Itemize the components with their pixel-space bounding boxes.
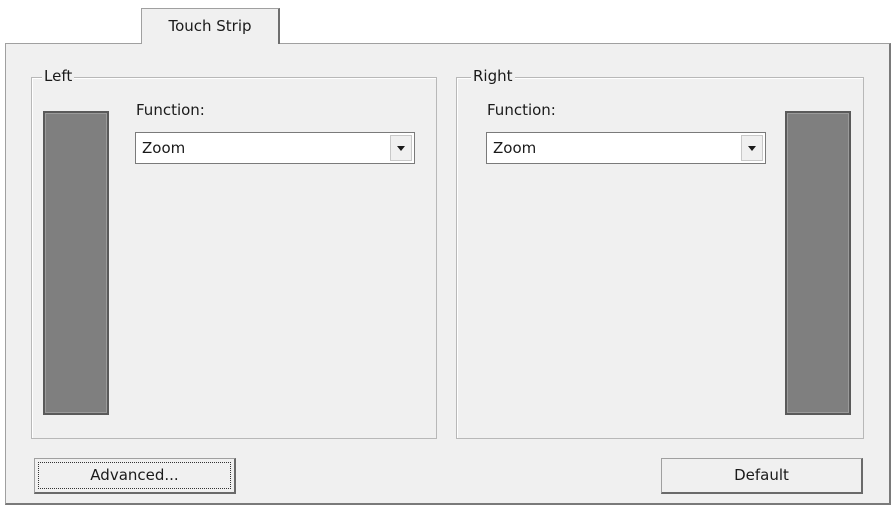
right-dropdown-button[interactable] — [741, 135, 763, 161]
right-group-legend: Right — [471, 67, 515, 85]
left-strip-group: Left Function: Zoom — [31, 67, 437, 439]
left-function-dropdown[interactable]: Zoom — [135, 132, 415, 164]
left-function-label: Function: — [136, 101, 205, 119]
left-function-value: Zoom — [142, 139, 186, 157]
default-button-label: Default — [734, 466, 789, 484]
advanced-button[interactable]: Advanced... — [34, 458, 236, 494]
right-function-value: Zoom — [493, 139, 537, 157]
touch-strip-tab-page: Left Function: Zoom Right Function: Zoom — [5, 43, 891, 505]
chevron-down-icon — [748, 146, 756, 151]
left-touch-strip-graphic — [43, 111, 109, 415]
touch-strip-settings-window: Touch Strip Left Function: Zoom Right Fu… — [0, 0, 895, 512]
tab-touch-strip[interactable]: Touch Strip — [141, 8, 280, 44]
right-strip-group: Right Function: Zoom — [456, 67, 864, 439]
focus-ring — [38, 462, 231, 489]
tab-touch-strip-label: Touch Strip — [168, 17, 252, 35]
chevron-down-icon — [397, 146, 405, 151]
left-group-legend: Left — [42, 67, 75, 85]
right-function-label: Function: — [487, 101, 556, 119]
left-dropdown-button[interactable] — [390, 135, 412, 161]
right-function-dropdown[interactable]: Zoom — [486, 132, 766, 164]
right-touch-strip-graphic — [785, 111, 851, 415]
default-button[interactable]: Default — [661, 458, 863, 494]
